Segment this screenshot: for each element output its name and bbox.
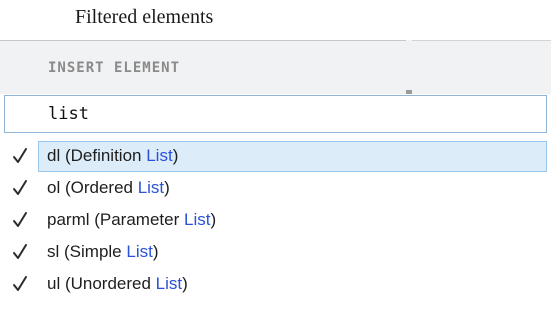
- filter-search-box[interactable]: [4, 95, 547, 133]
- item-name: dl (Definition: [47, 146, 147, 165]
- item-suffix: ): [164, 178, 170, 197]
- item-name: parml (Parameter: [47, 210, 184, 229]
- item-name: ol (Ordered: [47, 178, 138, 197]
- list-item-sl[interactable]: sl (Simple List): [0, 237, 551, 269]
- list-item-dl[interactable]: dl (Definition List): [0, 141, 551, 173]
- item-name: sl (Simple: [47, 242, 127, 261]
- filter-match-highlight: List: [183, 210, 211, 229]
- list-item-ul[interactable]: ul (Unordered List): [0, 269, 551, 301]
- list-item-label: ol (Ordered List): [47, 178, 170, 198]
- filter-input[interactable]: [48, 103, 508, 125]
- filter-match-highlight: List: [155, 274, 183, 293]
- item-suffix: ): [152, 242, 159, 261]
- filter-match-highlight: List: [126, 242, 153, 261]
- list-item-label: ul (Unordered List): [47, 274, 188, 294]
- item-name: ul (Unordered: [47, 274, 156, 293]
- list-item-ol[interactable]: ol (Ordered List): [0, 173, 551, 205]
- item-suffix: ): [210, 210, 217, 229]
- splitter-handle[interactable]: [406, 90, 412, 94]
- figure-caption: Filtered elements: [75, 6, 214, 28]
- item-suffix: ): [182, 274, 188, 293]
- checkmark-icon: [13, 180, 27, 195]
- checkmark-icon: [13, 276, 27, 291]
- list-item-label: dl (Definition List): [47, 146, 178, 166]
- checkmark-icon: [13, 244, 27, 259]
- header-divider-right: [412, 40, 551, 41]
- item-suffix: ): [172, 146, 179, 165]
- list-item-parml[interactable]: parml (Parameter List): [0, 205, 551, 237]
- list-item-label: parml (Parameter List): [47, 210, 216, 230]
- insert-element-header: INSERT ELEMENT: [0, 40, 551, 94]
- header-divider: [0, 40, 406, 41]
- checkmark-icon: [13, 212, 27, 227]
- checkmark-icon: [13, 148, 27, 163]
- list-item-label: sl (Simple List): [47, 242, 159, 262]
- filter-match-highlight: List: [146, 146, 173, 165]
- filter-match-highlight: List: [137, 178, 165, 197]
- header-title: INSERT ELEMENT: [48, 60, 181, 76]
